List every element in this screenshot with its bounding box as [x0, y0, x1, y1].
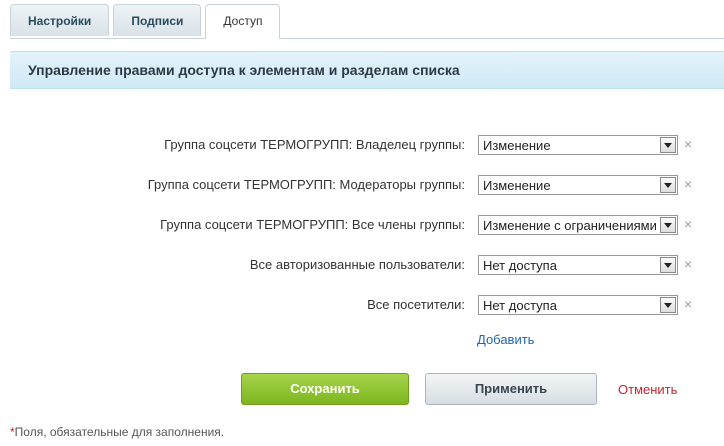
save-button[interactable]: Сохранить — [241, 373, 409, 405]
permission-label: Группа соцсети ТЕРМОГРУПП: Модераторы гр… — [147, 177, 465, 192]
tab-bar: Настройки Подписи Доступ — [10, 4, 281, 39]
tab-settings[interactable]: Настройки — [10, 4, 110, 36]
permission-label: Все авторизованные пользователи: — [249, 257, 465, 272]
permission-select[interactable]: Нет доступа — [478, 255, 678, 275]
required-fields-note: *Поля, обязательные для заполнения. — [10, 425, 224, 439]
chevron-down-icon[interactable] — [660, 257, 676, 273]
close-icon[interactable]: × — [684, 136, 692, 152]
permission-row: Группа соцсети ТЕРМОГРУПП: Модераторы гр… — [0, 175, 724, 195]
permission-select[interactable]: Изменение — [478, 175, 678, 195]
close-icon[interactable]: × — [684, 256, 692, 272]
chevron-down-icon[interactable] — [660, 177, 676, 193]
permission-select-value: Изменение — [483, 178, 551, 193]
close-icon[interactable]: × — [684, 216, 692, 232]
tab-captions[interactable]: Подписи — [113, 4, 202, 36]
chevron-down-icon[interactable] — [660, 137, 676, 153]
permission-select[interactable]: Изменение — [478, 135, 678, 155]
permission-select[interactable]: Нет доступа — [478, 295, 678, 315]
permission-select[interactable]: Изменение с ограничениями — [478, 215, 678, 235]
permission-select-value: Нет доступа — [483, 258, 557, 273]
add-permission-link[interactable]: Добавить — [477, 332, 534, 347]
permission-label: Все посетители: — [367, 297, 465, 312]
cancel-link[interactable]: Отменить — [618, 382, 677, 397]
permission-label: Группа соцсети ТЕРМОГРУПП: Все члены гру… — [160, 217, 465, 232]
section-title: Управление правами доступа к элементам и… — [10, 51, 724, 89]
permission-select-value: Нет доступа — [483, 298, 557, 313]
permission-select-value: Изменение — [483, 138, 551, 153]
chevron-down-icon[interactable] — [660, 297, 676, 313]
permission-row: Группа соцсети ТЕРМОГРУПП: Все члены гру… — [0, 215, 724, 235]
access-settings-page: Настройки Подписи Доступ Управление прав… — [0, 0, 724, 446]
close-icon[interactable]: × — [684, 176, 692, 192]
chevron-down-icon[interactable] — [660, 217, 676, 233]
permission-row: Все авторизованные пользователи: Нет дос… — [0, 255, 724, 275]
tab-access[interactable]: Доступ — [205, 4, 281, 39]
tab-divider — [10, 38, 724, 39]
required-note-text: Поля, обязательные для заполнения. — [14, 425, 225, 439]
apply-button[interactable]: Применить — [425, 373, 597, 405]
permission-label: Группа соцсети ТЕРМОГРУПП: Владелец груп… — [164, 137, 465, 152]
permission-row: Все посетители: Нет доступа × — [0, 295, 724, 315]
close-icon[interactable]: × — [684, 296, 692, 312]
permission-row: Группа соцсети ТЕРМОГРУПП: Владелец груп… — [0, 135, 724, 155]
permission-select-value: Изменение с ограничениями — [483, 218, 657, 233]
